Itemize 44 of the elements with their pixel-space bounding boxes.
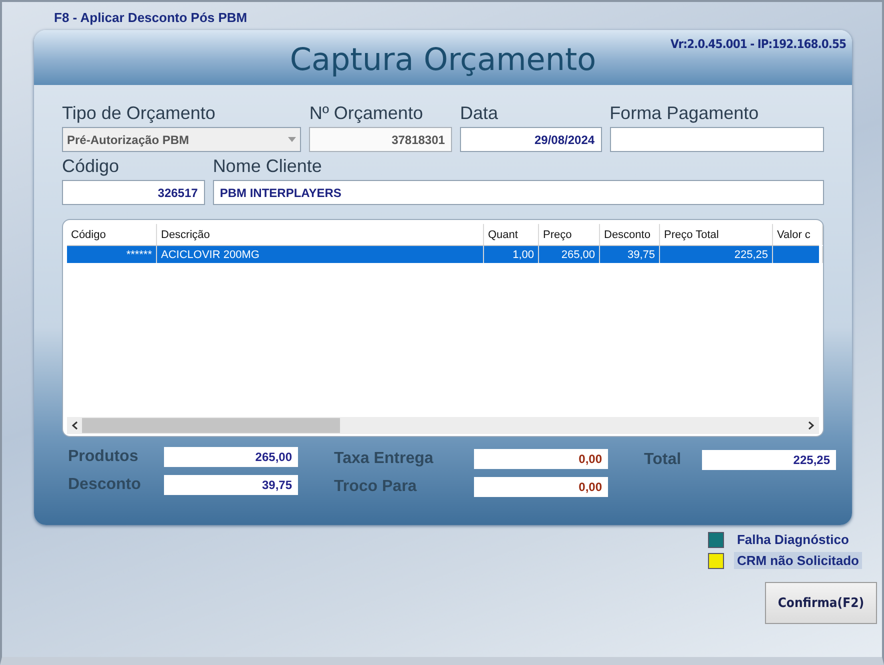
- total-label: Taxa Entrega: [334, 450, 434, 468]
- field-label: Nº Orçamento: [309, 103, 424, 125]
- table-cell: 265,00: [539, 246, 600, 263]
- amount-field[interactable]: 39,75: [164, 475, 298, 495]
- table-cell: 225,25: [660, 246, 773, 263]
- column-header[interactable]: Desconto: [600, 224, 660, 245]
- total-label: Desconto: [68, 476, 142, 494]
- field-label: Tipo de Orçamento: [62, 103, 216, 125]
- field-label: Forma Pagamento: [610, 103, 760, 125]
- column-header[interactable]: Descrição: [157, 224, 484, 245]
- form-title: Captura Orçamento: [290, 42, 596, 80]
- scroll-left-icon[interactable]: [71, 421, 78, 430]
- amount-field[interactable]: 0,00: [474, 477, 608, 497]
- amount-field[interactable]: 225,25: [702, 450, 836, 470]
- column-header[interactable]: Código: [67, 224, 157, 245]
- table-cell: ACICLOVIR 200MG: [157, 246, 484, 263]
- column-header[interactable]: Preço: [539, 224, 600, 245]
- table-cell: 39,75: [600, 246, 660, 263]
- table-cell: ******: [67, 246, 157, 263]
- column-header[interactable]: Preço Total: [660, 224, 773, 245]
- version-text: Vr:2.0.45.001 - IP:192.168.0.55: [670, 37, 846, 51]
- confirm-button[interactable]: Confirma(F2): [765, 582, 877, 624]
- scroll-thumb[interactable]: [82, 418, 340, 433]
- horizontal-scrollbar[interactable]: [67, 417, 819, 434]
- legend-label: CRM não Solicitado: [734, 552, 862, 569]
- window-title: F8 - Aplicar Desconto Pós PBM: [54, 10, 248, 27]
- field-label: Data: [460, 103, 499, 125]
- field-label: Código: [62, 156, 120, 178]
- total-label: Total: [644, 451, 682, 469]
- scroll-right-icon[interactable]: [808, 421, 815, 430]
- column-header[interactable]: Valor c: [773, 224, 823, 245]
- total-label: Troco Para: [334, 478, 418, 496]
- caret-icon: [288, 137, 296, 142]
- field-label: Nome Cliente: [212, 156, 323, 178]
- input-field[interactable]: PBM INTERPLAYERS: [212, 180, 824, 205]
- table-cell: 1,00: [484, 246, 539, 263]
- input-field[interactable]: 326517: [62, 180, 205, 205]
- input-field[interactable]: [610, 127, 824, 152]
- legend-label: Falha Diagnóstico: [736, 531, 850, 548]
- input-field[interactable]: 29/08/2024: [460, 127, 602, 152]
- column-header[interactable]: Quant: [484, 224, 539, 245]
- total-label: Produtos: [68, 448, 140, 466]
- amount-field[interactable]: 0,00: [474, 449, 608, 469]
- amount-field[interactable]: 265,00: [164, 447, 298, 467]
